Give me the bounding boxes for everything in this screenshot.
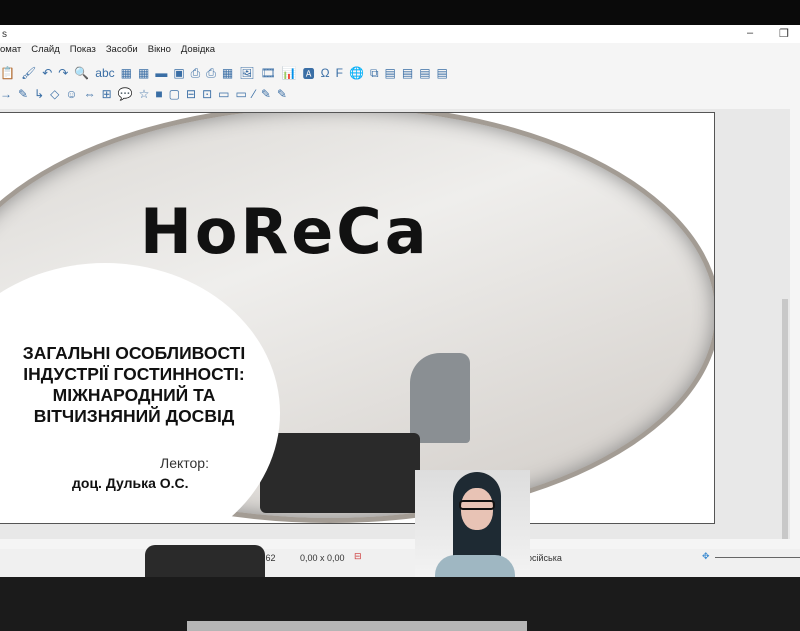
- toolbar-icon[interactable]: 🖌: [21, 66, 36, 80]
- toolbar-icon[interactable]: ☆: [139, 87, 150, 101]
- menu-window[interactable]: Вікно: [148, 44, 171, 60]
- standard-toolbar: 📋 🖌 ↶ ↷ 🔍 abc ▦ ▦ ▬ ▣ ⎙ ⎙ ▦ 🖼 🎞 📊 🅰 Ω F 🌐 ⧉ ▤ ▤ ▤ ▤: [0, 63, 448, 83]
- horeca-logo-text: HoReCa: [140, 195, 430, 268]
- toolbar-icon[interactable]: 🅰: [303, 65, 315, 82]
- toolbar-icon[interactable]: 💬: [118, 87, 133, 101]
- menu-format[interactable]: омат: [0, 44, 21, 60]
- lecturer-name: доц. Дулька О.С.: [72, 475, 189, 491]
- toolbar-icon[interactable]: ✎: [261, 87, 271, 101]
- horizontal-scrollbar[interactable]: [187, 621, 527, 631]
- toolbar-icon[interactable]: F: [336, 66, 343, 80]
- toolbar-icon[interactable]: ▦: [138, 66, 149, 80]
- toolbar-icon[interactable]: ⊟: [186, 87, 196, 101]
- toolbar-icon[interactable]: ⁄: [253, 87, 255, 101]
- toolbar-icon[interactable]: 📊: [282, 66, 297, 80]
- restore-button[interactable]: ❐: [779, 27, 789, 40]
- toolbar-icon[interactable]: ▤: [402, 66, 413, 80]
- meeting-top-bar: [0, 0, 800, 25]
- toolbar-icon[interactable]: ▤: [419, 66, 430, 80]
- slide-workspace: HoReCa ЗАГАЛЬНІ ОСОБЛИВОСТІ ІНДУСТРІЇ ГО…: [0, 109, 790, 631]
- slide-heading: ЗАГАЛЬНІ ОСОБЛИВОСТІ ІНДУСТРІЇ ГОСТИННОС…: [0, 343, 268, 427]
- window-title: s: [2, 29, 7, 40]
- menu-show[interactable]: Показ: [70, 44, 96, 60]
- lecturer-label: Лектор:: [160, 455, 209, 471]
- menu-slide[interactable]: Слайд: [31, 44, 60, 60]
- zoom-fit-icon[interactable]: ✥: [702, 551, 710, 562]
- menu-help[interactable]: Довідка: [181, 44, 215, 60]
- toolbar-icon[interactable]: ⧉: [370, 66, 379, 81]
- toolbar-icon[interactable]: ▤: [385, 66, 396, 80]
- toolbar-icon[interactable]: 🌐: [349, 66, 364, 80]
- drawing-toolbar: → ✎ ↳ ◇ ☺ ⇔ ⊞ 💬 ☆ ■ ▢ ⊟ ⊡ ▭ ▭ ⁄ ✎ ✎: [0, 84, 287, 104]
- toolbar-icon[interactable]: ⎙: [206, 66, 216, 81]
- object-size: 0,00 x 0,00: [300, 553, 345, 563]
- heading-line: ІНДУСТРІЇ ГОСТИННОСТІ:: [23, 364, 245, 384]
- toolbar-icon[interactable]: ⊞: [102, 87, 112, 101]
- title-bar: s – ❐: [0, 25, 800, 43]
- toolbar-icon[interactable]: →: [0, 87, 12, 101]
- toolbar-icon[interactable]: ▦: [222, 66, 233, 80]
- menu-tools[interactable]: Засоби: [106, 44, 138, 60]
- toolbar-icon[interactable]: ⎙: [191, 66, 201, 81]
- toolbar-icon[interactable]: 🖼: [239, 66, 254, 80]
- presenter-shirt: [435, 555, 515, 577]
- toolbar-icon[interactable]: ■: [155, 87, 162, 101]
- toolbar-icon[interactable]: ✎: [277, 87, 287, 101]
- toolbar-icon[interactable]: ▭: [218, 87, 229, 101]
- toolbar-icon[interactable]: ⊡: [202, 87, 212, 101]
- glasses: [459, 500, 495, 510]
- status-bar: 9.62 0,00 x 0,00 ⊟ осійська ✥: [0, 549, 800, 577]
- toolbar-icon[interactable]: ↷: [58, 66, 68, 80]
- zoom-slider[interactable]: [715, 557, 800, 558]
- toolbar-icon[interactable]: ▦: [121, 66, 132, 80]
- chair-image: [410, 353, 470, 443]
- toolbar-icon[interactable]: ▤: [437, 66, 448, 80]
- toolbar-icon[interactable]: Ω: [321, 66, 330, 80]
- toolbar-icon[interactable]: ☺: [65, 87, 77, 101]
- toolbar-icon[interactable]: ▭: [235, 87, 246, 101]
- heading-line: ВІТЧИЗНЯНИЙ ДОСВІД: [33, 406, 235, 426]
- toolbar-icon[interactable]: ▣: [173, 66, 184, 80]
- toolbar-icon[interactable]: ↳: [34, 87, 44, 101]
- chair-image: [260, 433, 420, 513]
- minimize-button[interactable]: –: [747, 27, 753, 39]
- toolbar-icon[interactable]: ▢: [169, 87, 180, 101]
- heading-line: МІЖНАРОДНИЙ ТА: [52, 385, 216, 405]
- toolbar-icon[interactable]: 🎞: [260, 66, 275, 80]
- toolbar-icon[interactable]: ◇: [50, 87, 59, 101]
- toolbar-icon[interactable]: abc: [95, 66, 114, 80]
- vertical-scrollbar[interactable]: [782, 299, 788, 539]
- webcam-video: [415, 470, 530, 577]
- language-status[interactable]: осійська: [527, 553, 562, 563]
- toolbar-icon[interactable]: 📋: [0, 66, 15, 80]
- toolbar-icon[interactable]: ↶: [42, 66, 52, 80]
- toolbar-icon[interactable]: ▬: [155, 66, 167, 80]
- slide-fit-icon[interactable]: ⊟: [354, 551, 362, 562]
- toolbar-icon[interactable]: 🔍: [74, 66, 89, 80]
- toolbar-icon[interactable]: ⇔: [84, 87, 96, 101]
- chair-image: [145, 545, 265, 577]
- menu-bar: омат Слайд Показ Засоби Вікно Довідка: [0, 44, 215, 60]
- toolbar-icon[interactable]: ✎: [18, 87, 28, 101]
- impress-window: s – ❐ омат Слайд Показ Засоби Вікно Дові…: [0, 25, 800, 631]
- heading-line: ЗАГАЛЬНІ ОСОБЛИВОСТІ: [22, 343, 246, 363]
- slide-canvas[interactable]: HoReCa ЗАГАЛЬНІ ОСОБЛИВОСТІ ІНДУСТРІЇ ГО…: [0, 112, 715, 524]
